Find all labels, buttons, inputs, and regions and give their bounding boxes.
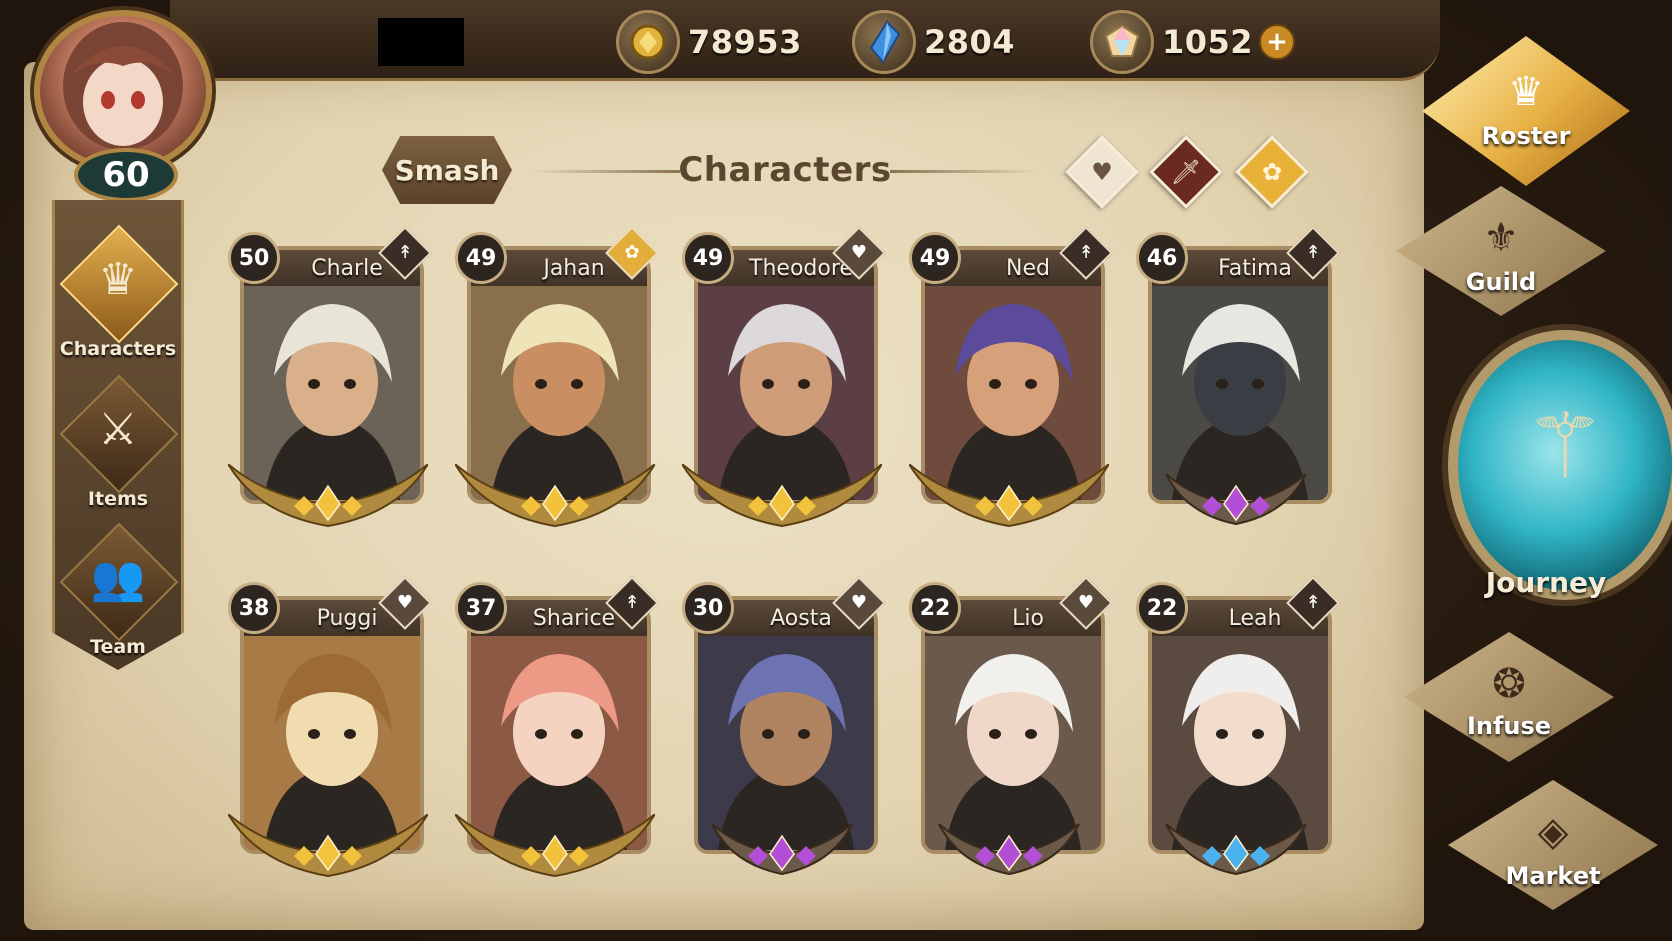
- gem-currency: 2804: [852, 10, 1016, 74]
- character-card[interactable]: Sharice 37 ↟: [455, 576, 659, 882]
- character-card[interactable]: Theodore 49 ♥: [682, 226, 886, 532]
- role-glyph: ♥: [850, 592, 868, 613]
- rarity-crest: [1165, 823, 1307, 876]
- infuse-label: Infuse: [1466, 712, 1552, 740]
- left-nav: ♛ Characters ⚔ Items 👥 Team: [52, 200, 184, 670]
- rarity-crest: [711, 823, 853, 876]
- character-level-badge: 46: [1136, 232, 1188, 284]
- rarity-crest: [455, 814, 655, 878]
- premium-currency: 1052 +: [1090, 10, 1296, 74]
- player-name-redacted: [378, 18, 464, 66]
- rarity-crest: [1165, 473, 1307, 526]
- role-glyph: ↟: [1305, 242, 1321, 263]
- role-glyph: ♥: [1077, 592, 1095, 613]
- guild-button[interactable]: ⚜ Guild: [1396, 186, 1606, 316]
- rarity-crest: [455, 464, 655, 528]
- character-level-badge: 22: [1136, 582, 1188, 634]
- nav-items[interactable]: ⚔ Items: [55, 374, 181, 518]
- role-glyph: ✿: [624, 242, 640, 263]
- character-card[interactable]: Charle 50 ↟: [228, 226, 432, 532]
- armor-icon: ⚔: [98, 404, 138, 455]
- rarity-crest: [909, 464, 1109, 528]
- player-level-badge: 60: [74, 148, 178, 202]
- player-avatar-frame[interactable]: 60: [6, 0, 234, 202]
- paw-icon: ✿: [1261, 158, 1283, 186]
- rarity-crest: [938, 823, 1080, 876]
- sword-icon: 🗡: [1170, 158, 1202, 186]
- character-card[interactable]: Leah 22 ↟: [1136, 576, 1340, 882]
- nav-characters[interactable]: ♛ Characters: [55, 224, 181, 368]
- swirl-icon: ❂: [1492, 660, 1526, 707]
- rarity-crest: [228, 464, 428, 528]
- gold-amount: 78953: [688, 23, 802, 61]
- role-glyph: ↟: [1078, 242, 1094, 263]
- heart-icon: ♥: [1091, 158, 1113, 186]
- blue-crystal-icon: [852, 10, 916, 74]
- character-card[interactable]: Jahan 49 ✿: [455, 226, 659, 532]
- market-button[interactable]: ◈ Market: [1448, 780, 1658, 910]
- roster-label: Roster: [1481, 122, 1571, 150]
- character-level-badge: 49: [682, 232, 734, 284]
- smash-button[interactable]: Smash: [382, 136, 512, 204]
- rarity-crest: [228, 814, 428, 878]
- nav-characters-label: Characters: [59, 338, 177, 360]
- nav-items-label: Items: [87, 488, 149, 510]
- guild-label: Guild: [1465, 268, 1537, 296]
- gem-amount: 2804: [924, 23, 1016, 61]
- gold-currency: 78953: [616, 10, 802, 74]
- character-card[interactable]: Lio 22 ♥: [909, 576, 1113, 882]
- rainbow-gem-icon: [1090, 10, 1154, 74]
- character-level-badge: 50: [228, 232, 280, 284]
- add-premium-button[interactable]: +: [1259, 24, 1296, 60]
- dragon-icon: ⚜: [1483, 214, 1519, 261]
- helmet-icon: ♛: [98, 254, 138, 305]
- character-card[interactable]: Puggi 38 ♥: [228, 576, 432, 882]
- helmet-icon: ♛: [1508, 69, 1544, 115]
- character-level-badge: 49: [909, 232, 961, 284]
- role-glyph: ↟: [397, 242, 413, 263]
- character-level-badge: 49: [455, 232, 507, 284]
- page-title-area: Characters: [530, 140, 1040, 206]
- role-glyph: ↟: [624, 592, 640, 613]
- trident-icon: ⚚: [1524, 394, 1606, 499]
- role-glyph: ♥: [850, 242, 868, 263]
- gold-coin-icon: [616, 10, 680, 74]
- page-title: Characters: [678, 150, 892, 190]
- gem-icon: ◈: [1537, 808, 1569, 855]
- character-card[interactable]: Ned 49 ↟: [909, 226, 1113, 532]
- premium-amount: 1052: [1162, 23, 1254, 61]
- team-icon: 👥: [90, 553, 146, 604]
- infuse-button[interactable]: ❂ Infuse: [1404, 632, 1614, 762]
- character-level-badge: 37: [455, 582, 507, 634]
- character-level-badge: 30: [682, 582, 734, 634]
- character-level-badge: 38: [228, 582, 280, 634]
- market-label: Market: [1505, 862, 1601, 890]
- character-level-badge: 22: [909, 582, 961, 634]
- role-glyph: ♥: [396, 592, 414, 613]
- roster-button[interactable]: ♛ Roster: [1422, 36, 1630, 186]
- character-card[interactable]: Aosta 30 ♥: [682, 576, 886, 882]
- character-card[interactable]: Fatima 46 ↟: [1136, 226, 1340, 532]
- rarity-crest: [682, 464, 882, 528]
- role-glyph: ↟: [1305, 592, 1321, 613]
- journey-label: Journey: [1485, 566, 1607, 599]
- journey-button[interactable]: ⚚: [1448, 330, 1672, 600]
